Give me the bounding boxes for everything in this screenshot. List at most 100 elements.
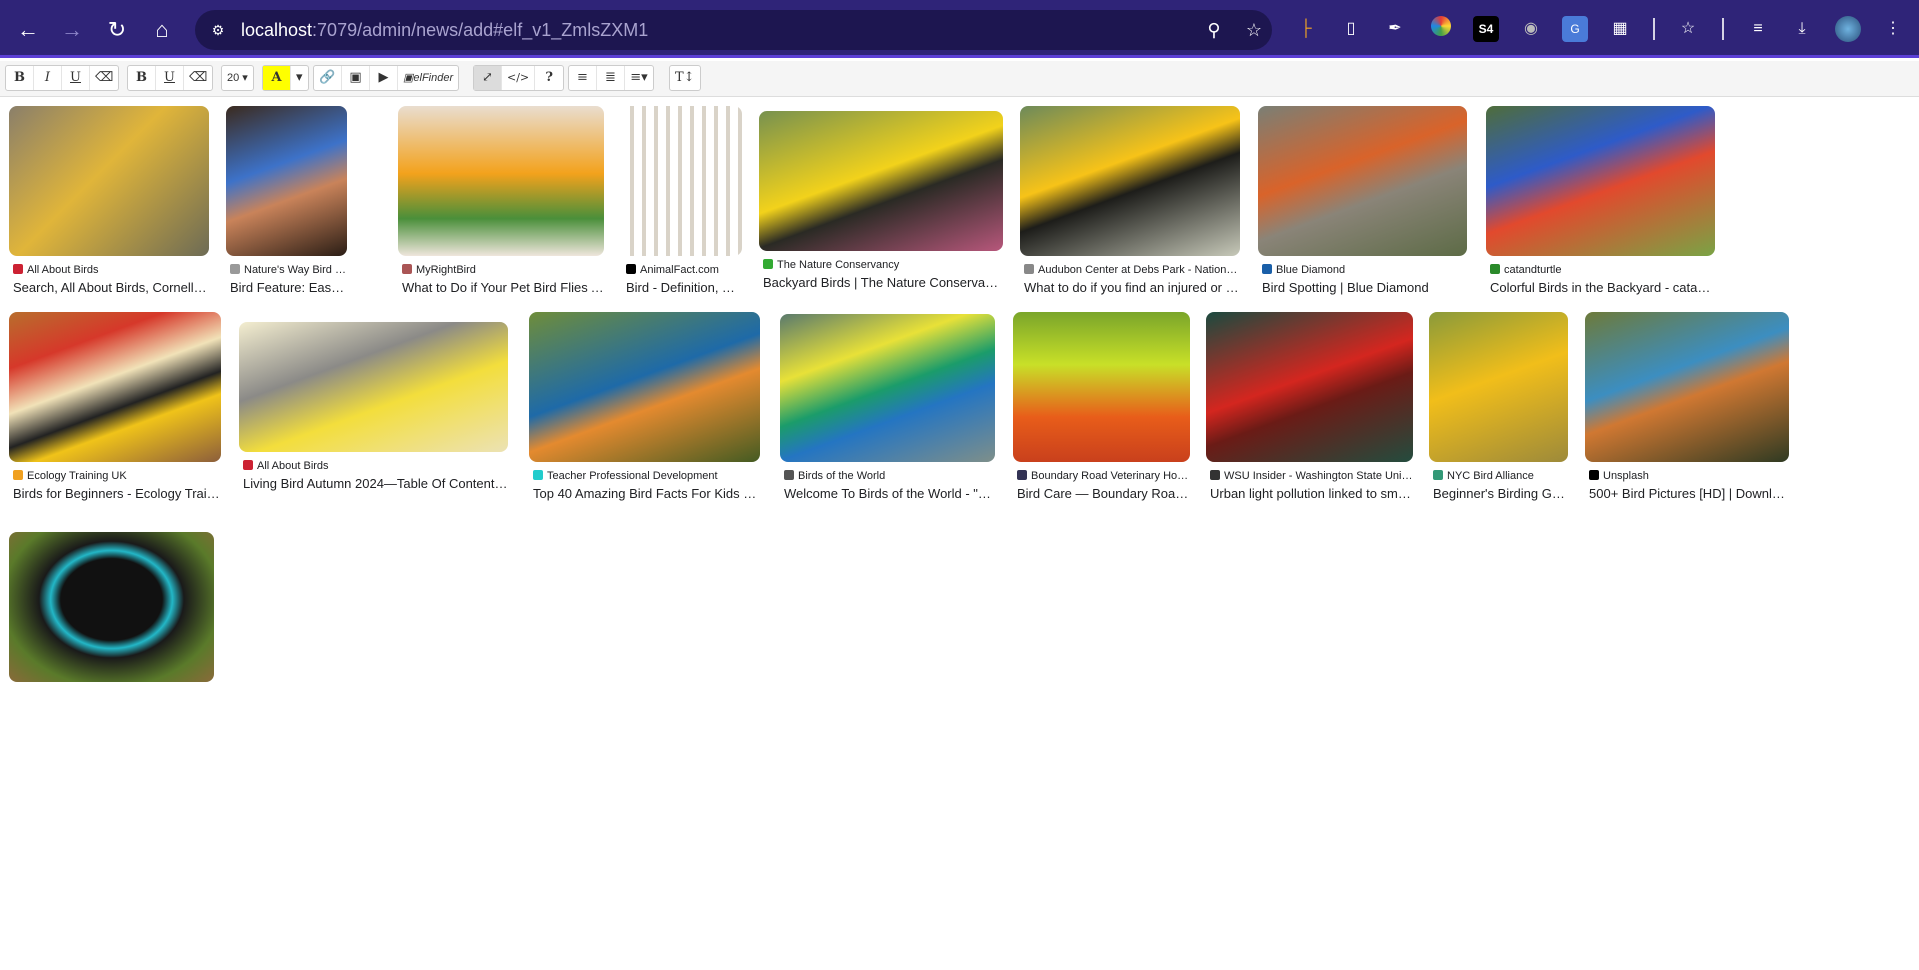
result-thumbnail[interactable] [398,106,604,256]
image-result-card[interactable]: The Nature Conservancy Backyard Birds | T… [759,111,1009,301]
image-result-card[interactable]: NYC Bird Alliance Beginner's Birding Gui.… [1429,312,1574,512]
result-title[interactable]: Living Bird Autumn 2024—Table Of Content… [243,476,508,491]
reload-icon[interactable]: ↻ [100,13,134,47]
pen-icon[interactable]: ✒ [1382,16,1408,42]
image-result-card[interactable]: Unsplash 500+ Bird Pictures [HD] | Downlo… [1585,312,1795,512]
font-size-dropdown[interactable]: 20 ▾ [221,65,254,91]
result-title[interactable]: Urban light pollution linked to small... [1210,486,1413,501]
result-thumbnail[interactable] [239,322,508,452]
url-text[interactable]: localhost:7079/admin/news/add#elf_v1_Zml… [241,20,648,41]
result-title[interactable]: Welcome To Birds of the World - "Bir... [784,486,995,501]
result-thumbnail[interactable] [1258,106,1467,256]
image-icon[interactable]: ▣ [342,66,370,90]
image-result-card[interactable]: MyRightBird What to Do if Your Pet Bird F… [398,106,610,306]
image-result-card[interactable]: Audubon Center at Debs Park - National .… [1020,106,1246,306]
result-source[interactable]: All About Birds [13,264,209,276]
result-source[interactable]: NYC Bird Alliance [1433,470,1568,482]
result-thumbnail[interactable] [780,314,995,462]
s4-extension-icon[interactable]: S4 [1473,16,1499,42]
profile-avatar[interactable] [1835,16,1861,42]
code-view-button[interactable]: </> [502,66,536,90]
result-title[interactable]: Bird - Definition, Ty... [626,280,742,295]
extensions-puzzle-icon[interactable]: ▦ [1607,16,1633,42]
image-result-card[interactable]: AnimalFact.com Bird - Definition, Ty... [622,106,748,306]
result-thumbnail[interactable] [1585,312,1789,462]
result-thumbnail[interactable] [9,106,209,256]
result-thumbnail[interactable] [622,106,742,256]
address-bar[interactable]: ⚙ localhost:7079/admin/news/add#elf_v1_Z… [195,10,1272,50]
italic-button[interactable]: I [34,66,62,90]
result-source[interactable]: Boundary Road Veterinary Hos... [1017,470,1190,482]
result-source[interactable]: The Nature Conservancy [763,259,1003,271]
result-title[interactable]: Birds for Beginners - Ecology Traini... [13,486,221,501]
highlight-dropdown-icon[interactable]: ▾ [291,66,308,90]
image-result-card[interactable]: All About Birds Living Bird Autumn 2024—T… [239,322,514,502]
result-source[interactable]: Ecology Training UK [13,470,221,482]
result-title[interactable]: 500+ Bird Pictures [HD] | Downloa... [1589,486,1789,501]
translate-icon[interactable]: G [1562,16,1588,42]
result-title[interactable]: Bird Care — Boundary Road ... [1017,486,1190,501]
mobile-device-icon[interactable]: ▯ [1338,16,1364,42]
fullscreen-icon[interactable]: ⤢ [474,66,502,90]
color-picker-icon[interactable] [1428,16,1454,42]
result-thumbnail[interactable] [1013,312,1190,462]
underline-button-2[interactable]: U [156,66,184,90]
result-source[interactable]: All About Birds [243,460,508,472]
bookmark-star-icon[interactable]: ☆ [1242,18,1266,42]
bold-button[interactable]: B [6,66,34,90]
font-style-button[interactable]: T↕ [670,66,700,90]
reading-list-icon[interactable]: ≡ [1745,16,1771,42]
result-title[interactable]: Backyard Birds | The Nature Conservancy [763,275,1003,290]
forward-icon[interactable]: → [55,13,89,47]
link-icon[interactable]: 🔗 [314,66,342,90]
result-thumbnail[interactable] [529,312,760,462]
align-dropdown-icon[interactable]: ≡▾ [625,66,653,90]
download-icon[interactable]: ⤓ [1789,16,1815,42]
result-title[interactable]: What to Do if Your Pet Bird Flies A... [402,280,604,295]
result-thumbnail[interactable] [1020,106,1240,256]
result-thumbnail[interactable] [1206,312,1413,462]
result-source[interactable]: catandturtle [1490,264,1715,276]
highlight-color-icon[interactable]: A [263,66,291,90]
unordered-list-icon[interactable]: ≡ [569,66,597,90]
result-source[interactable]: Unsplash [1589,470,1789,482]
result-title[interactable]: Bird Spotting | Blue Diamond [1262,280,1467,295]
ordered-list-icon[interactable]: ≣ [597,66,625,90]
more-menu-icon[interactable]: ⋮ [1880,16,1906,42]
bookmarks-star-icon[interactable]: ☆ [1675,16,1701,42]
underline-button[interactable]: U [62,66,90,90]
elfinder-button[interactable]: ▣elFinder [398,66,458,90]
result-source[interactable]: Blue Diamond [1262,264,1467,276]
clear-format-icon[interactable]: ⌫ [90,66,118,90]
eraser-icon[interactable]: ⌫ [184,66,212,90]
result-thumbnail[interactable] [9,532,214,682]
bold-button-2[interactable]: B [128,66,156,90]
image-result-card[interactable]: catandturtle Colorful Birds in the Backya… [1486,106,1721,306]
result-source[interactable]: MyRightBird [402,264,604,276]
result-source[interactable]: Nature's Way Bird Products [230,264,347,276]
image-result-card[interactable]: All About Birds Search, All About Birds, … [9,106,215,306]
image-result-card[interactable]: Blue Diamond Bird Spotting | Blue Diamond [1258,106,1473,306]
back-icon[interactable]: ← [11,13,45,47]
result-title[interactable]: What to do if you find an injured or or.… [1024,280,1240,295]
result-thumbnail[interactable] [759,111,1003,251]
result-source[interactable]: Birds of the World [784,470,995,482]
image-result-card[interactable]: Teacher Professional Development Top 40 A… [529,312,766,512]
image-result-card[interactable]: WSU Insider - Washington State Univ... Ur… [1206,312,1419,512]
style-dropdown[interactable]: T↕ [669,65,701,91]
result-source[interactable]: Audubon Center at Debs Park - National .… [1024,264,1240,276]
result-source[interactable]: AnimalFact.com [626,264,742,276]
zoom-icon[interactable]: ⚲ [1202,18,1226,42]
result-source[interactable]: Teacher Professional Development [533,470,760,482]
video-icon[interactable]: ▶ [370,66,398,90]
image-result-card[interactable]: Boundary Road Veterinary Hos... Bird Care… [1013,312,1196,512]
image-result-card[interactable]: Nature's Way Bird Products Bird Feature: … [226,106,353,306]
site-info-icon[interactable]: ⚙ [207,19,229,41]
image-result-card[interactable]: Birds of the World Welcome To Birds of th… [780,314,1001,512]
result-title[interactable]: Beginner's Birding Gui... [1433,486,1568,501]
result-title[interactable]: Colorful Birds in the Backyard - catandt… [1490,280,1715,295]
extension-pin-icon[interactable]: ├ [1293,16,1319,42]
result-thumbnail[interactable] [1429,312,1568,462]
result-thumbnail[interactable] [226,106,347,256]
image-result-card[interactable]: Ecology Training UK Birds for Beginners -… [9,312,227,512]
